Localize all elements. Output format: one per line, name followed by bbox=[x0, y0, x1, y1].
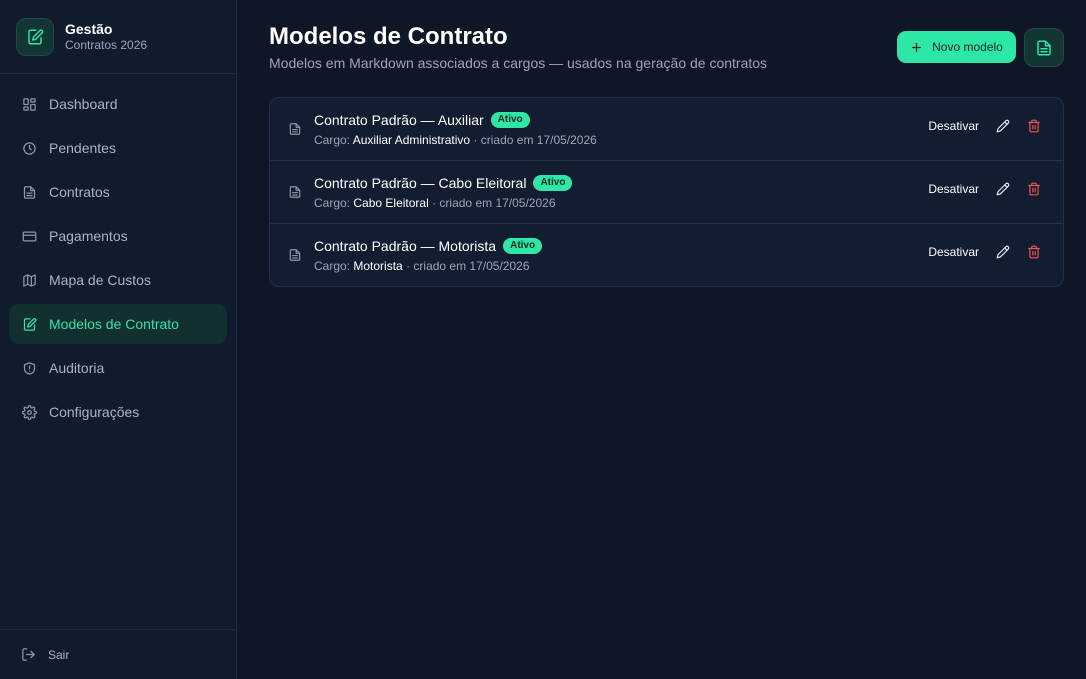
models-list: Contrato Padrão — Auxiliar Ativo Cargo: … bbox=[269, 97, 1064, 287]
file-text-icon bbox=[288, 185, 302, 199]
new-model-label: Novo modelo bbox=[932, 40, 1003, 54]
logout-button[interactable]: Sair bbox=[0, 629, 236, 679]
sidebar-item-auditoria[interactable]: Auditoria bbox=[9, 348, 227, 388]
shield-icon bbox=[21, 360, 37, 376]
trash-icon bbox=[1027, 245, 1041, 259]
model-title: Contrato Padrão — Auxiliar bbox=[314, 112, 484, 128]
file-text-icon bbox=[288, 248, 302, 262]
list-item: Contrato Padrão — Cabo Eleitoral Ativo C… bbox=[270, 161, 1063, 224]
model-meta: Cargo: Auxiliar Administrativo · criado … bbox=[314, 133, 597, 147]
brand: Gestão Contratos 2026 bbox=[0, 0, 236, 74]
deactivate-button[interactable]: Desativar bbox=[928, 119, 979, 133]
cargo-label: Cargo: bbox=[314, 259, 351, 273]
sidebar-item-label: Dashboard bbox=[49, 96, 118, 112]
sidebar-item-label: Auditoria bbox=[49, 360, 105, 376]
gear-icon bbox=[21, 404, 37, 420]
map-icon bbox=[21, 272, 37, 288]
sidebar-nav: Dashboard Pendentes Contratos Pagamentos… bbox=[0, 74, 236, 432]
sidebar-item-label: Configurações bbox=[49, 404, 140, 420]
cargo-value: Motorista bbox=[353, 259, 403, 273]
edit-button[interactable] bbox=[996, 182, 1010, 196]
status-badge: Ativo bbox=[503, 238, 543, 254]
edit-button[interactable] bbox=[996, 245, 1010, 259]
trash-icon bbox=[1027, 182, 1041, 196]
sidebar-item-pagamentos[interactable]: Pagamentos bbox=[9, 216, 227, 256]
created-date: · criado em 17/05/2026 bbox=[432, 196, 556, 210]
page-subtitle: Modelos em Markdown associados a cargos … bbox=[269, 55, 768, 71]
plus-icon bbox=[910, 41, 923, 54]
file-edit-icon bbox=[21, 316, 37, 332]
dashboard-icon bbox=[21, 96, 37, 112]
pencil-icon bbox=[996, 119, 1010, 133]
file-text-icon bbox=[1035, 39, 1053, 57]
brand-subtitle: Contratos 2026 bbox=[65, 37, 148, 52]
sidebar-item-contratos[interactable]: Contratos bbox=[9, 172, 227, 212]
cargo-value: Auxiliar Administrativo bbox=[352, 133, 471, 147]
pencil-icon bbox=[996, 245, 1010, 259]
new-model-button[interactable]: Novo modelo bbox=[897, 31, 1016, 63]
sidebar-item-label: Pagamentos bbox=[49, 228, 128, 244]
logout-label: Sair bbox=[48, 647, 70, 662]
delete-button[interactable] bbox=[1027, 182, 1041, 196]
sidebar: Gestão Contratos 2026 Dashboard Pendente… bbox=[0, 0, 237, 679]
trash-icon bbox=[1027, 119, 1041, 133]
sidebar-item-configuracoes[interactable]: Configurações bbox=[9, 392, 227, 432]
cargo-label: Cargo: bbox=[314, 133, 351, 147]
created-date: · criado em 17/05/2026 bbox=[406, 259, 530, 273]
cargo-label: Cargo: bbox=[314, 196, 351, 210]
model-meta: Cargo: Motorista · criado em 17/05/2026 bbox=[314, 259, 530, 273]
cargo-value: Cabo Eleitoral bbox=[353, 196, 429, 210]
sidebar-item-pendentes[interactable]: Pendentes bbox=[9, 128, 227, 168]
delete-button[interactable] bbox=[1027, 245, 1041, 259]
sidebar-item-dashboard[interactable]: Dashboard bbox=[9, 84, 227, 124]
brand-name: Gestão bbox=[65, 20, 113, 37]
model-title: Contrato Padrão — Cabo Eleitoral bbox=[314, 175, 527, 191]
deactivate-button[interactable]: Desativar bbox=[928, 182, 979, 196]
clock-icon bbox=[21, 140, 37, 156]
delete-button[interactable] bbox=[1027, 119, 1041, 133]
page-title: Modelos de Contrato bbox=[269, 23, 508, 50]
list-item: Contrato Padrão — Motorista Ativo Cargo:… bbox=[270, 224, 1063, 286]
status-badge: Ativo bbox=[533, 175, 573, 191]
file-text-icon bbox=[21, 184, 37, 200]
edit-button[interactable] bbox=[996, 119, 1010, 133]
sidebar-item-modelos-de-contrato[interactable]: Modelos de Contrato bbox=[9, 304, 227, 344]
status-badge: Ativo bbox=[490, 112, 530, 128]
created-date: · criado em 17/05/2026 bbox=[473, 133, 597, 147]
sidebar-item-label: Contratos bbox=[49, 184, 110, 200]
sidebar-item-mapa-de-custos[interactable]: Mapa de Custos bbox=[9, 260, 227, 300]
file-text-icon bbox=[288, 122, 302, 136]
pencil-icon bbox=[996, 182, 1010, 196]
file-edit-icon bbox=[16, 17, 54, 56]
model-meta: Cargo: Cabo Eleitoral · criado em 17/05/… bbox=[314, 196, 556, 210]
credit-card-icon bbox=[21, 228, 37, 244]
sidebar-item-label: Modelos de Contrato bbox=[49, 316, 179, 332]
list-item: Contrato Padrão — Auxiliar Ativo Cargo: … bbox=[270, 98, 1063, 161]
model-title: Contrato Padrão — Motorista bbox=[314, 238, 497, 254]
deactivate-button[interactable]: Desativar bbox=[928, 245, 979, 259]
sidebar-item-label: Mapa de Custos bbox=[49, 272, 151, 288]
document-button[interactable] bbox=[1024, 28, 1064, 67]
logout-icon bbox=[21, 647, 36, 662]
sidebar-item-label: Pendentes bbox=[49, 140, 116, 156]
